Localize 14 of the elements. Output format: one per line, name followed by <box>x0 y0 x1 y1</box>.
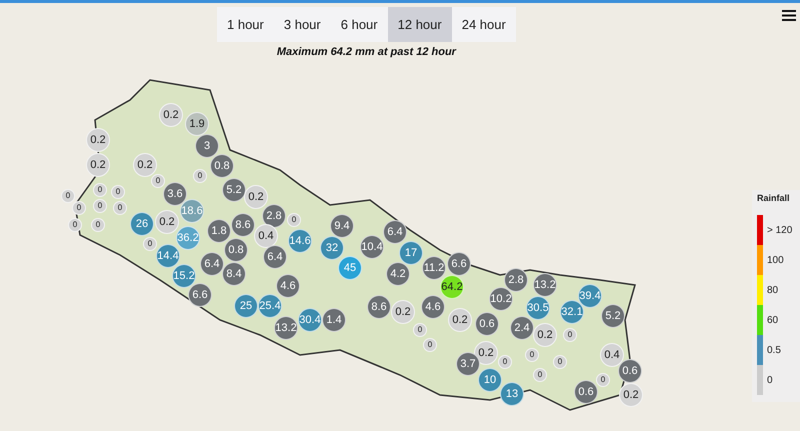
time-range-tab[interactable]: 24 hour <box>452 7 516 42</box>
legend-label: > 120 <box>767 224 792 238</box>
menu-icon[interactable] <box>782 10 796 21</box>
legend-title: Rainfall <box>757 194 791 203</box>
time-range-tab[interactable]: 6 hour <box>330 7 388 42</box>
legend-label: 0 <box>767 374 773 388</box>
time-range-tab[interactable]: 1 hour <box>217 7 274 42</box>
time-range-tab[interactable]: 3 hour <box>274 7 331 42</box>
time-range-tab[interactable]: 12 hour <box>388 7 452 42</box>
legend-label: 60 <box>767 314 778 328</box>
max-rainfall-summary: Maximum 64.2 mm at past 12 hour <box>276 45 456 60</box>
legend-label: 80 <box>767 284 778 298</box>
legend-label: 100 <box>767 254 784 268</box>
legend-label: 0.5 <box>767 344 781 358</box>
